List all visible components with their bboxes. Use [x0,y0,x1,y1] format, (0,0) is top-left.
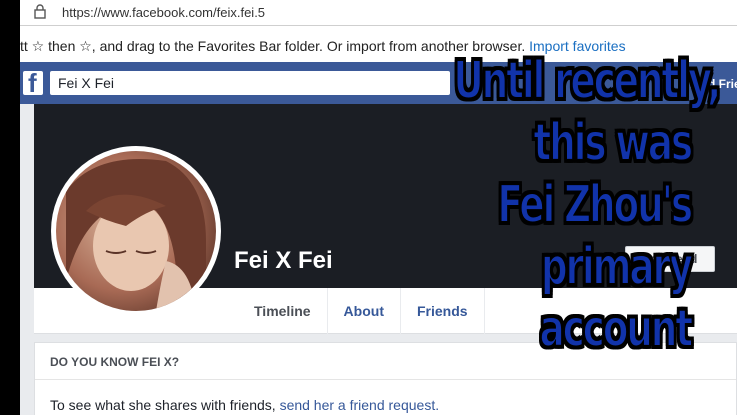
facebook-logo-letter: f [28,71,37,95]
profile-picture[interactable] [51,146,221,316]
send-friend-request-link[interactable]: send her a friend request. [280,397,440,413]
caption-line: account [539,298,694,360]
caption-line: Fei Zhou's [497,174,694,236]
url-text[interactable]: https://www.facebook.com/feix.fei.5 [62,5,265,20]
friend-request-prompt: To see what she shares with friends, [50,397,276,413]
lock-icon [34,4,46,19]
overlay-caption: Until recently, this was Fei Zhou's prim… [453,50,722,360]
do-you-know-heading: DO YOU KNOW FEI X? [50,355,180,369]
search-input[interactable]: Fei X Fei [50,71,450,95]
tab-about[interactable]: About [328,288,401,334]
do-you-know-text: To see what she shares with friends, sen… [50,397,439,413]
facebook-logo-icon[interactable]: f [23,71,43,95]
profile-photo [56,151,216,311]
caption-line: primary [540,236,694,298]
profile-name: Fei X Fei [234,247,333,274]
address-bar[interactable]: https://www.facebook.com/feix.fei.5 [20,0,737,26]
left-black-strip [0,0,20,415]
caption-line: this was [533,112,694,174]
profile-tabs: Timeline About Friends [238,288,485,334]
caption-line: Until recently, [453,50,722,112]
divider [35,379,736,380]
tab-timeline[interactable]: Timeline [238,288,328,334]
favorites-hint-text: tt ☆ then ☆, and drag to the Favorites B… [20,38,526,54]
